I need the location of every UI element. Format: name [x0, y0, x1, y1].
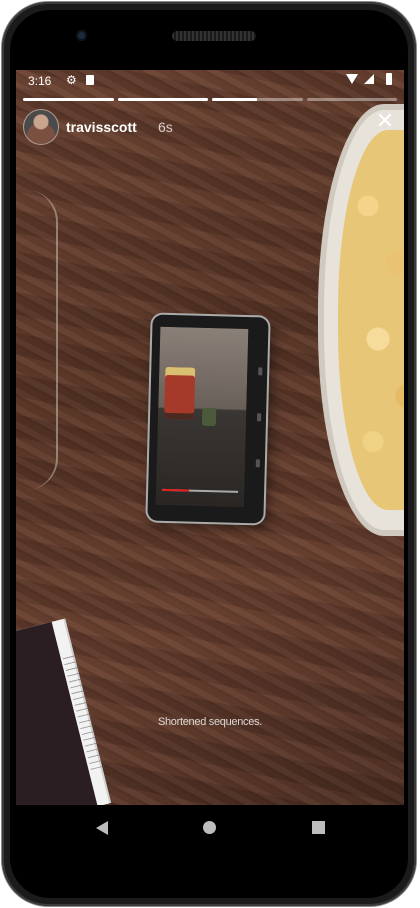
phone-on-table [147, 314, 269, 524]
avatar[interactable] [24, 110, 58, 144]
status-time: 3:16 [28, 74, 52, 88]
sim-card-icon [86, 75, 94, 85]
story-segment [306, 98, 397, 101]
mini-side-button [255, 459, 260, 468]
back-triangle-icon[interactable] [96, 821, 108, 835]
story-segment [117, 98, 208, 101]
story-segment-fill [23, 98, 114, 101]
battery-icon [386, 73, 392, 85]
cable [26, 190, 58, 490]
username[interactable]: travisscott [66, 119, 137, 135]
close-icon[interactable]: ✕ [374, 110, 396, 132]
story-progress-bar [23, 98, 397, 101]
gear-icon: ⚙ [66, 73, 77, 87]
status-bar: 3:16 ⚙ [16, 70, 404, 92]
red-bus [163, 366, 196, 420]
recents-square-icon[interactable] [312, 821, 325, 834]
story-header: travisscott 6s ✕ [24, 110, 404, 146]
story-segment [212, 98, 303, 101]
navigation-bar [16, 805, 404, 849]
time-ago: 6s [158, 119, 173, 135]
home-circle-icon[interactable] [203, 821, 216, 834]
video-caption: Shortened sequences. [157, 716, 263, 728]
earpiece-speaker [172, 31, 256, 41]
story-segment [23, 98, 114, 101]
green-car [201, 407, 217, 427]
front-camera [76, 30, 87, 41]
mini-side-button [258, 367, 263, 376]
story-segment-fill [117, 98, 208, 101]
wifi-icon [346, 74, 358, 84]
mini-side-button [256, 413, 262, 422]
cell-signal-icon [364, 74, 374, 84]
story-screen[interactable]: 3:16 ⚙ travisscott 6s ✕ Shortened sequen… [16, 70, 404, 805]
story-segment-fill [212, 98, 258, 101]
phone-on-table-screen [155, 326, 249, 507]
